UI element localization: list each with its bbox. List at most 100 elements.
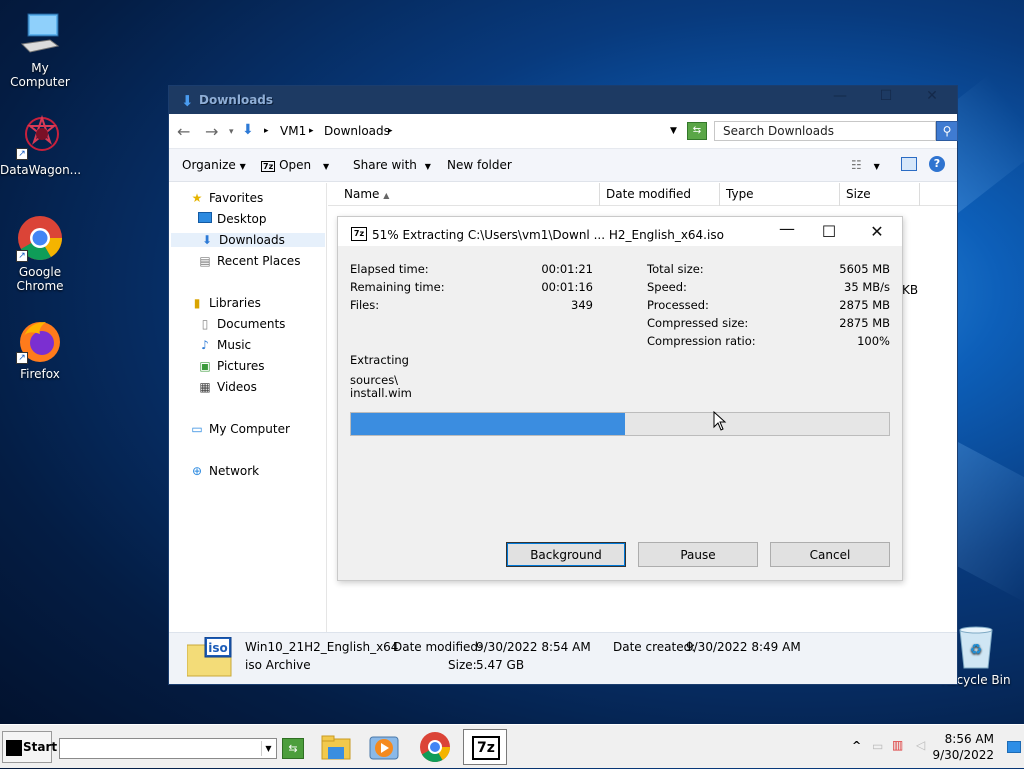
progress-fill: [351, 413, 626, 435]
search-icon[interactable]: ⚲: [936, 121, 958, 141]
7zip-icon: 7z: [351, 227, 367, 241]
details-filetype: iso Archive: [245, 658, 311, 672]
network-icon: ⊕: [191, 464, 203, 478]
desktop-icon-my-computer[interactable]: My Computer: [0, 10, 80, 89]
tray-chevron-icon[interactable]: ^: [852, 739, 861, 752]
network-disconnected-icon[interactable]: ▥: [892, 738, 903, 752]
compression-ratio-label: Compression ratio:: [647, 334, 756, 348]
dialog-titlebar[interactable]: 7z 51% Extracting C:\Users\vm1\Downl ...…: [338, 217, 902, 247]
speed-label: Speed:: [647, 280, 687, 294]
address-dropdown-icon[interactable]: ▼: [670, 126, 677, 136]
7zip-icon: 7z: [261, 161, 276, 172]
show-desktop-button[interactable]: [1007, 741, 1021, 753]
pictures-icon: ▣: [199, 359, 211, 373]
nav-my-computer[interactable]: ▭ My Computer: [189, 422, 290, 436]
nav-libraries[interactable]: ▮ Libraries: [189, 296, 261, 310]
nav-pictures[interactable]: ▣ Pictures: [197, 359, 264, 373]
nav-favorites[interactable]: ★ Favorites: [189, 191, 264, 205]
back-arrow-icon[interactable]: ←: [177, 122, 190, 141]
background-button[interactable]: Background: [506, 542, 626, 567]
organize-button[interactable]: Organize ▼: [182, 158, 246, 172]
taskbar-file-explorer[interactable]: [314, 729, 358, 765]
dialog-maximize-button[interactable]: ☐: [806, 220, 852, 244]
share-with-button[interactable]: Share with ▼: [353, 158, 431, 172]
nav-network[interactable]: ⊕ Network: [189, 464, 259, 478]
breadcrumb-separator[interactable]: ▸: [388, 126, 393, 136]
date-modified-value: 9/30/2022 8:54 AM: [476, 640, 591, 654]
taskbar-address-input[interactable]: ▼: [59, 738, 277, 759]
nav-downloads[interactable]: ⬇ Downloads: [171, 233, 325, 247]
refresh-icon[interactable]: ⇆: [687, 122, 707, 140]
current-path-line2: install.wim: [350, 386, 412, 400]
dialog-minimize-button[interactable]: —: [764, 217, 810, 241]
sort-up-icon: ▲: [383, 191, 390, 200]
media-player-icon: [369, 736, 399, 760]
address-bar[interactable]: ⬇ ▸ VM1 ▸ Downloads ▸ ▼: [241, 120, 683, 142]
recent-pages-chevron-icon[interactable]: ▾: [229, 127, 234, 137]
nav-recent-places[interactable]: ▤ Recent Places: [197, 254, 300, 268]
nav-videos[interactable]: ▦ Videos: [197, 380, 257, 394]
details-pane: iso Win10_21H2_English_x64 iso Archive D…: [169, 632, 957, 684]
remaining-time-label: Remaining time:: [350, 280, 445, 294]
desktop-icon-label: Firefox: [20, 367, 60, 381]
command-bar: Organize ▼ 7z Open ▼ Share with ▼ New fo…: [169, 148, 957, 182]
firefox-icon: ↗: [16, 316, 64, 364]
go-icon[interactable]: ⇆: [282, 738, 304, 759]
chrome-icon: [420, 732, 450, 763]
desktop-icon-chrome[interactable]: ↗ Google Chrome: [0, 214, 80, 293]
files-value: 349: [571, 298, 593, 312]
volume-muted-icon[interactable]: ◁: [916, 738, 925, 752]
svg-text:♻: ♻: [970, 642, 983, 658]
start-button[interactable]: Start: [2, 731, 57, 763]
taskbar-chrome[interactable]: [413, 729, 457, 765]
column-date-modified[interactable]: Date modified: [600, 183, 720, 206]
shortcut-arrow-icon: ↗: [16, 148, 28, 160]
dialog-close-button[interactable]: ✕: [854, 220, 900, 244]
forward-arrow-icon[interactable]: →: [205, 122, 218, 141]
cancel-button[interactable]: Cancel: [770, 542, 890, 567]
pause-button[interactable]: Pause: [638, 542, 758, 567]
tray-idle-icon[interactable]: ▭: [872, 739, 883, 753]
libraries-icon: ▮: [193, 296, 201, 310]
preview-pane-icon[interactable]: [901, 157, 917, 171]
clock[interactable]: 8:56 AM 9/30/2022: [932, 731, 994, 763]
column-type[interactable]: Type: [720, 183, 840, 206]
column-name[interactable]: Name ▲: [328, 183, 600, 206]
new-folder-button[interactable]: New folder: [447, 158, 512, 172]
nav-documents[interactable]: ▯ Documents: [197, 317, 286, 331]
view-options-icon[interactable]: ☷ ▼: [851, 158, 880, 172]
search-input[interactable]: Search Downloads: [714, 121, 936, 141]
compressed-size-label: Compressed size:: [647, 316, 749, 330]
taskbar-7zip[interactable]: 7z: [463, 729, 507, 765]
nav-music[interactable]: ♪ Music: [197, 338, 251, 352]
7zip-icon: 7z: [472, 736, 500, 760]
music-icon: ♪: [201, 338, 209, 352]
compressed-size-value: 2875 MB: [839, 316, 890, 330]
open-button[interactable]: 7z Open ▼: [261, 158, 329, 172]
desktop-icon-datawagon[interactable]: ↗ DataWagon...: [0, 112, 81, 177]
desktop-icon-label: My Computer: [10, 61, 70, 89]
taskbar-media-player[interactable]: [362, 729, 406, 765]
address-row: ← → ▾ ⬇ ▸ VM1 ▸ Downloads ▸ ▼ ⇆ Search D…: [169, 114, 958, 148]
clock-date: 9/30/2022: [932, 748, 994, 762]
breadcrumb-separator[interactable]: ▸: [264, 126, 269, 136]
breadcrumb-separator[interactable]: ▸: [309, 126, 314, 136]
help-icon[interactable]: ?: [929, 156, 945, 172]
iso-file-icon: iso: [186, 636, 233, 677]
column-size[interactable]: Size: [840, 183, 920, 206]
desktop-icon-firefox[interactable]: ↗ Firefox: [0, 316, 80, 381]
close-button[interactable]: ✕: [909, 86, 955, 108]
breadcrumb-downloads[interactable]: Downloads: [324, 124, 390, 138]
explorer-titlebar[interactable]: ⬇ Downloads — ☐ ✕: [169, 86, 957, 114]
maximize-button[interactable]: ☐: [863, 86, 909, 108]
chevron-down-icon: ▼: [239, 162, 246, 171]
chevron-down-icon: ▼: [322, 162, 330, 171]
minimize-button[interactable]: —: [817, 86, 863, 108]
shortcut-arrow-icon: ↗: [16, 250, 28, 262]
breadcrumb-vm1[interactable]: VM1: [280, 124, 306, 138]
nav-desktop[interactable]: Desktop: [197, 212, 267, 226]
chevron-down-icon: ▼: [424, 162, 431, 171]
elapsed-time-value: 00:01:21: [541, 262, 593, 276]
system-tray: ^ ▭ ▥ ◁ 8:56 AM 9/30/2022: [844, 725, 1024, 769]
chevron-down-icon[interactable]: ▼: [261, 741, 275, 756]
